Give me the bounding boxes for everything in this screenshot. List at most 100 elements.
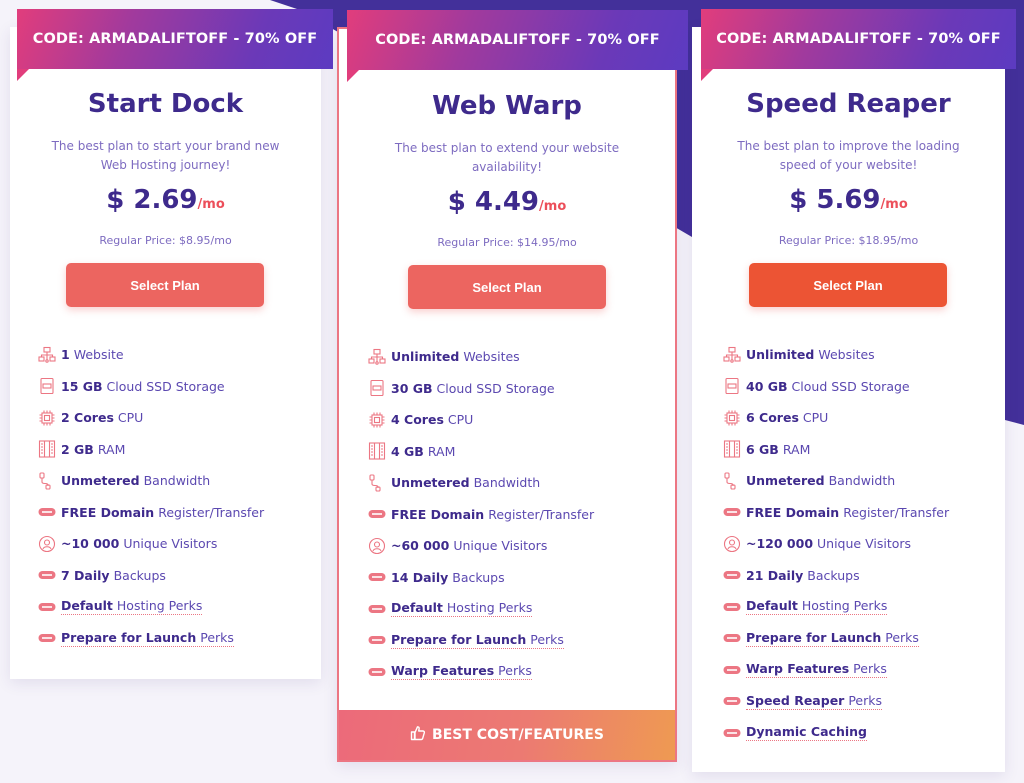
feature-highlight: 7 Daily xyxy=(61,567,110,583)
feature-text: ~60 000 Unique Visitors xyxy=(391,538,547,553)
feature-label: Unique Visitors xyxy=(817,536,912,552)
feature-label: CPU xyxy=(447,412,474,428)
feature-text[interactable]: Prepare for Launch Perks xyxy=(746,630,919,647)
feature-text[interactable]: Warp Features Perks xyxy=(746,661,887,679)
cpu-icon xyxy=(723,409,741,427)
feature-text[interactable]: Speed Reaper Perks xyxy=(746,692,883,710)
feature-item[interactable]: Prepare for Launch Perks xyxy=(368,625,594,657)
feature-highlight: Default xyxy=(746,598,798,614)
feature-item: 6 Cores CPU xyxy=(723,402,949,434)
select-plan-button[interactable]: Select Plan xyxy=(66,263,264,307)
feature-item[interactable]: Default Hosting Perks xyxy=(38,591,264,623)
free-badge-icon xyxy=(38,566,56,584)
feature-text[interactable]: Default Hosting Perks xyxy=(61,598,203,616)
feature-item: Unlimited Websites xyxy=(368,341,594,373)
feature-text: ~120 000 Unique Visitors xyxy=(746,536,911,551)
feature-highlight: 6 GB xyxy=(746,441,779,457)
feature-highlight: FREE Domain xyxy=(61,504,155,520)
feature-item[interactable]: Default Hosting Perks xyxy=(723,591,949,623)
feature-text: 30 GB Cloud SSD Storage xyxy=(391,381,555,396)
free-badge-icon xyxy=(723,503,741,521)
best-cost-features-banner: BEST COST/FEATURES xyxy=(339,710,675,760)
feature-text: Unmetered Bandwidth xyxy=(746,473,895,488)
feature-text[interactable]: Prepare for Launch Perks xyxy=(391,632,564,649)
best-label: BEST COST/FEATURES xyxy=(432,727,604,743)
feature-label: Register/Transfer xyxy=(158,504,265,520)
feature-label: Unique Visitors xyxy=(453,538,548,554)
price-amount: $ 2.69 xyxy=(106,185,198,215)
thumbs-up-icon xyxy=(410,725,426,745)
feature-label: Hosting Perks xyxy=(801,598,888,614)
feature-text: 7 Daily Backups xyxy=(61,568,166,583)
feature-highlight: Warp Features xyxy=(746,661,850,677)
feature-label: Hosting Perks xyxy=(116,598,203,614)
feature-highlight: ~60 000 xyxy=(391,538,450,554)
select-plan-button[interactable]: Select Plan xyxy=(408,265,606,309)
ssd-icon xyxy=(723,377,741,395)
network-icon xyxy=(368,348,386,366)
feature-item[interactable]: Speed Reaper Perks xyxy=(723,686,949,718)
free-badge-icon xyxy=(368,600,386,618)
free-badge-icon xyxy=(723,598,741,616)
plan-price: $ 5.69/mo xyxy=(692,185,1005,215)
feature-highlight: 2 Cores xyxy=(61,410,114,426)
feature-item[interactable]: Warp Features Perks xyxy=(368,656,594,688)
feature-item[interactable]: Warp Features Perks xyxy=(723,654,949,686)
feature-label: Backups xyxy=(113,567,166,583)
feature-highlight: Unlimited xyxy=(391,349,460,365)
feature-text: 21 Daily Backups xyxy=(746,568,860,583)
feature-highlight: 40 GB xyxy=(746,378,788,394)
feature-highlight: 14 Daily xyxy=(391,569,449,585)
feature-highlight: Unlimited xyxy=(746,347,815,363)
feature-text[interactable]: Default Hosting Perks xyxy=(746,598,888,616)
feature-highlight: Unmetered xyxy=(61,473,140,489)
plan-price: $ 4.49/mo xyxy=(339,187,675,217)
ssd-icon xyxy=(38,377,56,395)
feature-text: ~10 000 Unique Visitors xyxy=(61,536,217,551)
feature-label: Perks xyxy=(848,692,883,708)
feature-label: CPU xyxy=(802,410,829,426)
feature-text[interactable]: Dynamic Caching xyxy=(746,724,867,742)
feature-item[interactable]: Prepare for Launch Perks xyxy=(723,623,949,655)
price-amount: $ 5.69 xyxy=(789,185,881,215)
plan-description: The best plan to extend your website ava… xyxy=(394,141,620,174)
feature-item: FREE Domain Register/Transfer xyxy=(38,497,264,529)
feature-text[interactable]: Prepare for Launch Perks xyxy=(61,630,234,647)
feature-label: Perks xyxy=(853,661,887,677)
feature-text[interactable]: Default Hosting Perks xyxy=(391,600,533,618)
feature-label: RAM xyxy=(782,441,811,457)
free-badge-icon xyxy=(723,724,741,742)
price-period: /mo xyxy=(880,197,908,212)
feature-item: 30 GB Cloud SSD Storage xyxy=(368,373,594,405)
feature-text: FREE Domain Register/Transfer xyxy=(61,505,264,520)
feature-text: 4 GB RAM xyxy=(391,444,455,459)
feature-list: Unlimited Websites 30 GB Cloud SSD Storage 4… xyxy=(368,341,594,688)
feature-text: 1 Website xyxy=(61,347,124,362)
select-plan-button[interactable]: Select Plan xyxy=(749,263,947,307)
cable-icon xyxy=(723,472,741,490)
feature-item: 4 Cores CPU xyxy=(368,404,594,436)
feature-highlight: FREE Domain xyxy=(391,506,485,522)
feature-label: Websites xyxy=(818,347,875,363)
feature-item[interactable]: Default Hosting Perks xyxy=(368,593,594,625)
feature-item: ~60 000 Unique Visitors xyxy=(368,530,594,562)
feature-item: Unlimited Websites xyxy=(723,339,949,371)
feature-item[interactable]: Prepare for Launch Perks xyxy=(38,623,264,655)
feature-label: Backups xyxy=(452,569,505,585)
feature-highlight: Unmetered xyxy=(391,475,470,491)
feature-highlight: Default xyxy=(391,600,443,616)
feature-label: Bandwidth xyxy=(473,475,541,491)
feature-item: 15 GB Cloud SSD Storage xyxy=(38,371,264,403)
plan-title: Speed Reaper xyxy=(746,89,951,119)
feature-text: Unlimited Websites xyxy=(391,349,520,364)
ssd-icon xyxy=(368,379,386,397)
feature-text: FREE Domain Register/Transfer xyxy=(746,505,949,520)
free-badge-icon xyxy=(368,663,386,681)
feature-text[interactable]: Warp Features Perks xyxy=(391,663,532,681)
free-badge-icon xyxy=(723,566,741,584)
feature-highlight: 15 GB xyxy=(61,378,103,394)
plan-title: Start Dock xyxy=(87,89,244,119)
feature-highlight: Warp Features xyxy=(391,663,495,679)
feature-item[interactable]: Dynamic Caching xyxy=(723,717,949,749)
feature-text: Unmetered Bandwidth xyxy=(61,473,210,488)
